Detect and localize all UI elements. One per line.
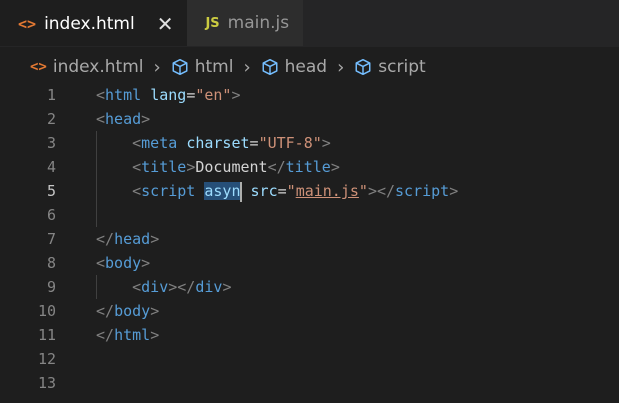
code-line[interactable]: 1 <html lang="en"> — [0, 83, 619, 107]
code-text[interactable] — [56, 347, 96, 371]
breadcrumb: <> index.html › html › head › script — [0, 47, 619, 87]
line-number: 13 — [37, 374, 56, 392]
code-line[interactable]: 7 </head> — [0, 227, 619, 251]
line-number: 2 — [46, 110, 56, 128]
code-line[interactable]: 13 — [0, 371, 619, 395]
code-text[interactable] — [56, 371, 96, 395]
breadcrumb-label: html — [194, 57, 234, 77]
tab-index-html[interactable]: <> index.html ✕ — [0, 0, 188, 46]
file-link[interactable]: main.js — [296, 182, 359, 200]
code-text[interactable]: </html> — [56, 323, 159, 347]
code-line[interactable]: 8 <body> — [0, 251, 619, 275]
code-text[interactable]: <html lang="en"> — [56, 83, 241, 107]
code-editor[interactable]: 1 <html lang="en"> 2 <head> 3 <meta char… — [0, 83, 619, 403]
line-number: 11 — [37, 326, 56, 344]
tab-bar: <> index.html ✕ JS main.js — [0, 0, 619, 47]
cube-icon — [172, 58, 188, 76]
breadcrumb-label: script — [378, 57, 426, 77]
indent-guide — [96, 203, 97, 227]
line-number: 5 — [46, 182, 56, 200]
line-number: 7 — [46, 230, 56, 248]
code-text[interactable]: <meta charset="UTF-8"> — [56, 131, 331, 155]
text-cursor — [239, 181, 242, 202]
code-line[interactable]: 9 <div></div> — [0, 275, 619, 299]
code-text[interactable]: </head> — [56, 227, 159, 251]
tab-main-js[interactable]: JS main.js — [187, 0, 304, 46]
chevron-right-icon: › — [153, 56, 161, 78]
code-text[interactable] — [56, 203, 96, 227]
tab-label: main.js — [227, 13, 290, 33]
code-line[interactable]: 6 — [0, 203, 619, 227]
html-file-icon: <> — [30, 59, 47, 75]
line-number: 3 — [46, 134, 56, 152]
line-number: 4 — [46, 158, 56, 176]
breadcrumb-item-head[interactable]: head — [261, 57, 327, 77]
chevron-right-icon: › — [243, 56, 251, 78]
code-text[interactable]: <body> — [56, 251, 150, 275]
breadcrumb-item-index-html[interactable]: <> index.html — [30, 57, 144, 77]
code-text[interactable]: <title>Document</title> — [56, 155, 340, 179]
code-line[interactable]: 11 </html> — [0, 323, 619, 347]
cube-icon — [262, 58, 278, 76]
html-file-icon: <> — [18, 15, 37, 33]
code-text[interactable]: </body> — [56, 299, 159, 323]
breadcrumb-label: head — [284, 57, 328, 77]
code-line[interactable]: 10 </body> — [0, 299, 619, 323]
js-file-icon: JS — [205, 15, 220, 31]
code-text[interactable]: <div></div> — [56, 275, 231, 299]
line-number: 8 — [46, 254, 56, 272]
code-line[interactable]: 3 <meta charset="UTF-8"> — [0, 131, 619, 155]
code-line-current[interactable]: 5 <script asyn src="main.js"></script> — [0, 179, 619, 203]
line-number: 6 — [46, 206, 56, 224]
cube-icon — [355, 58, 371, 76]
line-number: 9 — [46, 278, 56, 296]
breadcrumb-label: index.html — [52, 57, 144, 77]
breadcrumb-item-script[interactable]: script — [354, 57, 426, 77]
line-number: 12 — [37, 350, 56, 368]
close-icon[interactable]: ✕ — [157, 12, 174, 36]
line-number: 1 — [46, 86, 56, 104]
line-number: 10 — [37, 302, 56, 320]
code-line[interactable]: 12 — [0, 347, 619, 371]
tab-label: index.html — [44, 14, 135, 34]
tab-bar-empty-space — [303, 0, 619, 46]
chevron-right-icon: › — [337, 56, 345, 78]
code-text[interactable]: <head> — [56, 107, 150, 131]
code-line[interactable]: 2 <head> — [0, 107, 619, 131]
selected-text: asyn — [204, 182, 241, 200]
code-text[interactable]: <script asyn src="main.js"></script> — [56, 179, 458, 203]
code-line[interactable]: 4 <title>Document</title> — [0, 155, 619, 179]
breadcrumb-item-html[interactable]: html — [171, 57, 234, 77]
